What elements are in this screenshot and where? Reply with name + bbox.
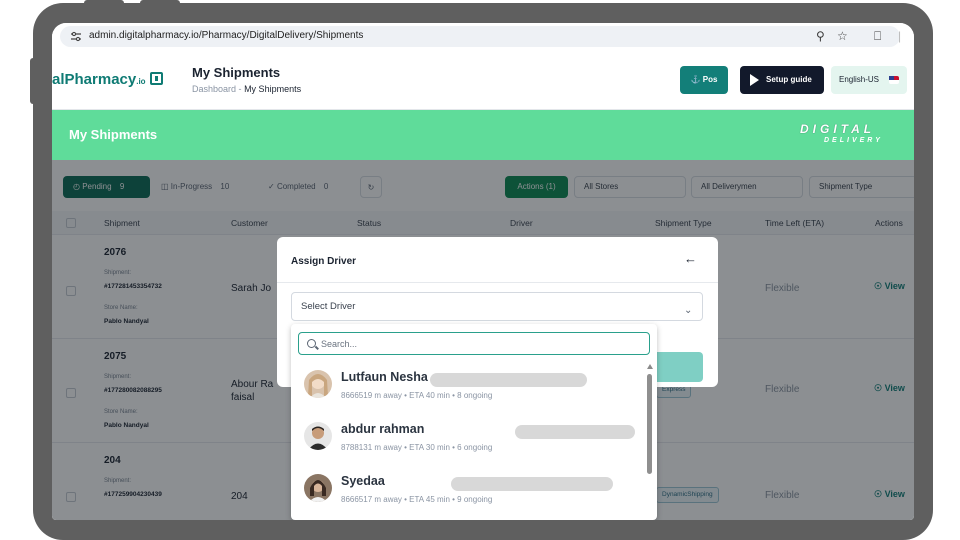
driver-search-box[interactable]	[298, 332, 650, 355]
redacted-info	[515, 425, 635, 439]
driver-option[interactable]: Syedaa 8666517 m away • ETA 45 min • 9 o…	[291, 470, 641, 520]
driver-name: Syedaa	[341, 474, 385, 488]
language-label: English-US	[839, 75, 880, 84]
search-icon	[307, 339, 316, 348]
register-icon: ⚓	[690, 75, 701, 84]
driver-dropdown: Lutfaun Nesha 8666519 m away • ETA 40 mi…	[291, 324, 657, 520]
scroll-up-arrow-icon[interactable]	[647, 364, 653, 369]
page-title: My Shipments	[192, 65, 281, 80]
app-header: alPharmacy.io My Shipments Dashboard - M…	[52, 50, 914, 110]
driver-option[interactable]: abdur rahman 8788131 m away • ETA 30 min…	[291, 418, 641, 468]
avatar	[304, 474, 332, 502]
play-icon	[750, 74, 759, 86]
logo-suffix: .io	[136, 77, 146, 86]
breadcrumb: Dashboard - My Shipments	[192, 84, 301, 94]
url-text[interactable]: admin.digitalpharmacy.io/Pharmacy/Digita…	[89, 30, 363, 41]
redacted-info	[430, 373, 587, 387]
driver-name: abdur rahman	[341, 422, 425, 436]
location-icon[interactable]: ⚲	[816, 29, 825, 43]
dropdown-scrollbar[interactable]	[646, 364, 654, 520]
breadcrumb-separator: -	[238, 84, 242, 94]
extensions-icon[interactable]: ⎕	[874, 29, 881, 43]
avatar	[304, 422, 332, 450]
chevron-down-icon: ⌄	[684, 305, 693, 316]
driver-name: Lutfaun Nesha	[341, 370, 428, 384]
logo-text: alPharmacy	[52, 71, 137, 88]
scroll-thumb[interactable]	[647, 374, 652, 474]
driver-select[interactable]: Select Driver ⌄	[291, 292, 703, 321]
language-selector[interactable]: English-US	[831, 66, 907, 94]
banner-title: My Shipments	[69, 127, 158, 142]
us-flag-icon	[889, 76, 899, 84]
modal-title: Assign Driver	[291, 256, 357, 267]
driver-meta: 8788131 m away • ETA 30 min • 6 ongoing	[341, 443, 493, 452]
driver-meta: 8666517 m away • ETA 45 min • 9 ongoing	[341, 495, 493, 504]
pos-button[interactable]: ⚓ Pos	[680, 66, 728, 94]
screen: admin.digitalpharmacy.io/Pharmacy/Digita…	[52, 23, 914, 520]
redacted-info	[451, 477, 613, 491]
modal-divider	[277, 282, 718, 283]
address-bar[interactable]: admin.digitalpharmacy.io/Pharmacy/Digita…	[60, 26, 902, 47]
driver-search-input[interactable]	[321, 336, 641, 351]
logo[interactable]: alPharmacy.io	[52, 71, 163, 88]
toolbar-divider: |	[898, 29, 902, 43]
avatar	[304, 370, 332, 398]
breadcrumb-current: My Shipments	[244, 84, 302, 94]
logo-mark-icon	[149, 72, 163, 85]
breadcrumb-dashboard[interactable]: Dashboard	[192, 84, 236, 94]
driver-meta: 8666519 m away • ETA 40 min • 8 ongoing	[341, 391, 493, 400]
pos-label: Pos	[702, 75, 718, 84]
bookmark-star-icon[interactable]: ☆	[837, 29, 848, 43]
site-settings-icon[interactable]	[70, 31, 82, 42]
back-arrow-icon[interactable]: ←	[684, 251, 697, 266]
brand-logo-top: DIGITAL	[800, 122, 876, 136]
setup-guide-button[interactable]: Setup guide	[740, 66, 824, 94]
page-banner: My Shipments DIGITAL DELIVERY	[52, 110, 914, 160]
brand-logo-bottom: DELIVERY	[824, 137, 883, 144]
setup-guide-label: Setup guide	[766, 75, 812, 84]
browser-toolbar: admin.digitalpharmacy.io/Pharmacy/Digita…	[52, 23, 914, 50]
driver-option[interactable]: Lutfaun Nesha 8666519 m away • ETA 40 mi…	[291, 366, 641, 416]
driver-select-placeholder: Select Driver	[301, 301, 356, 312]
